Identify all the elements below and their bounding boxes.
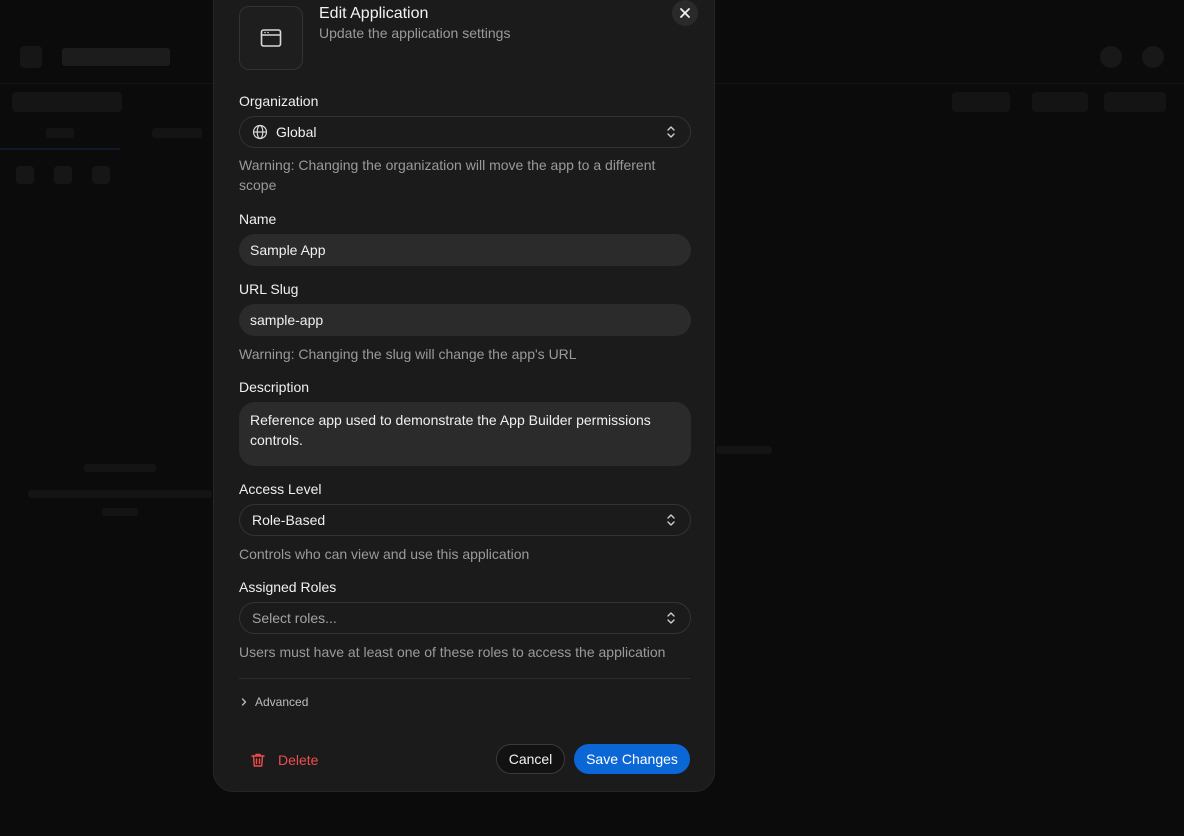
browser-window-icon [260, 29, 282, 47]
globe-icon [252, 124, 268, 140]
background-icon [92, 166, 110, 184]
advanced-label: Advanced [255, 695, 309, 709]
cancel-button[interactable]: Cancel [496, 744, 565, 774]
access-level-hint: Controls who can view and use this appli… [239, 546, 530, 562]
organization-hint: Warning: Changing the organization will … [239, 157, 656, 193]
delete-label: Delete [278, 752, 319, 768]
background-tab [46, 128, 74, 138]
name-input[interactable]: Sample App [239, 234, 691, 266]
name-label: Name [239, 211, 277, 227]
advanced-toggle[interactable]: Advanced [239, 695, 308, 709]
background-title [62, 48, 170, 66]
access-level-label: Access Level [239, 481, 322, 497]
background-text [716, 446, 772, 454]
trash-icon [251, 753, 265, 767]
url-slug-input[interactable]: sample-app [239, 304, 691, 336]
background-menu-icon [20, 46, 42, 68]
url-slug-hint: Warning: Changing the slug will change t… [239, 346, 577, 362]
chevrons-up-down-icon [667, 514, 675, 526]
assigned-roles-placeholder: Select roles... [252, 610, 337, 626]
background-text [84, 464, 156, 472]
organization-select[interactable]: Global [239, 116, 691, 148]
background-icon [16, 166, 34, 184]
background-button [1104, 92, 1166, 112]
delete-button[interactable]: Delete [244, 744, 324, 776]
background-icon [54, 166, 72, 184]
dialog-subtitle: Update the application settings [319, 25, 511, 41]
organization-value: Global [276, 124, 317, 140]
background-avatar [1100, 46, 1122, 68]
divider [239, 678, 691, 679]
chevrons-up-down-icon [667, 126, 675, 138]
chevron-right-icon [241, 698, 247, 706]
background-button [952, 92, 1010, 112]
background-tab-indicator [0, 148, 120, 150]
dialog-title: Edit Application [319, 5, 429, 22]
chevrons-up-down-icon [667, 612, 675, 624]
description-label: Description [239, 379, 310, 395]
access-level-value: Role-Based [252, 512, 326, 528]
background-subheader [12, 92, 122, 112]
assigned-roles-hint: Users must have at least one of these ro… [239, 644, 666, 660]
assigned-roles-label: Assigned Roles [239, 579, 337, 595]
app-icon [239, 6, 303, 70]
background-text [28, 490, 212, 498]
background-avatar [1142, 46, 1164, 68]
close-icon [680, 8, 690, 18]
background-tab [152, 128, 202, 138]
background-text [102, 508, 138, 516]
close-button[interactable] [672, 0, 698, 26]
url-slug-label: URL Slug [239, 281, 299, 297]
organization-label: Organization [239, 93, 319, 109]
description-textarea[interactable]: Reference app used to demonstrate the Ap… [239, 402, 691, 466]
access-level-select[interactable]: Role-Based [239, 504, 691, 536]
assigned-roles-select[interactable]: Select roles... [239, 602, 691, 634]
background-button [1032, 92, 1088, 112]
save-changes-button[interactable]: Save Changes [574, 744, 690, 774]
edit-application-dialog: Edit Application Update the application … [213, 0, 715, 792]
